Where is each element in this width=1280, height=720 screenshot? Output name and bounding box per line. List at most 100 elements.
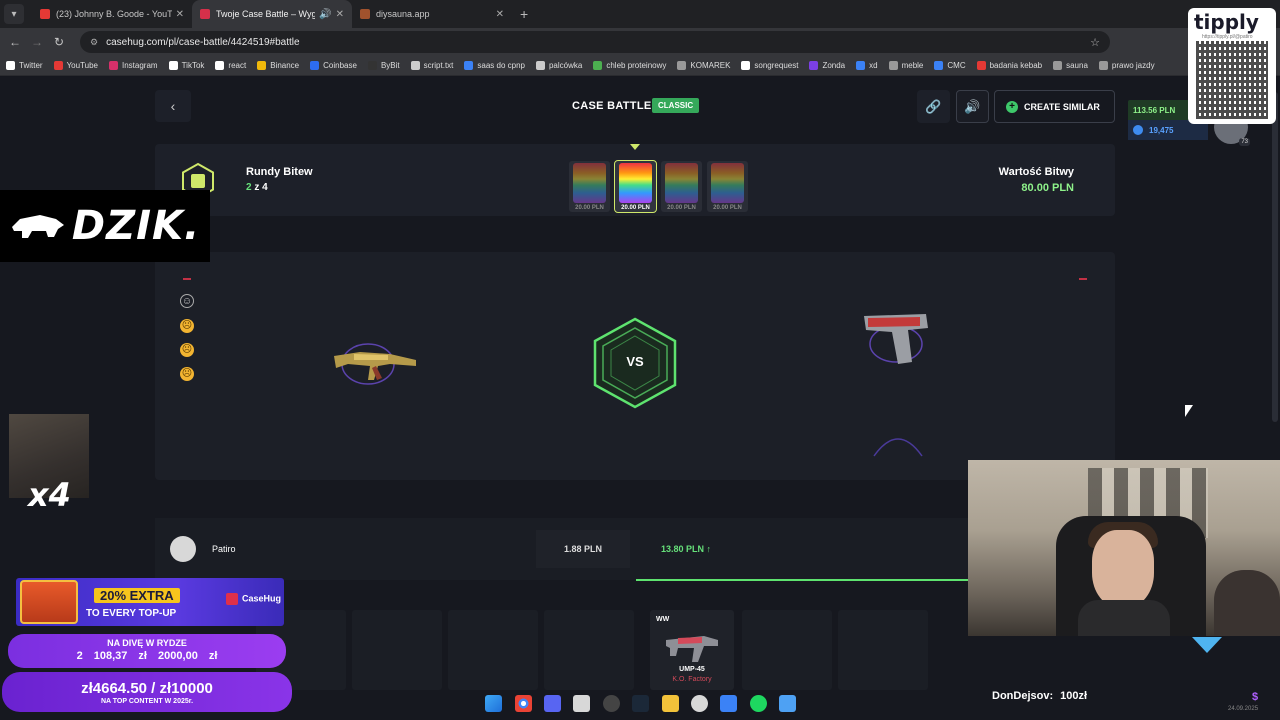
casehug-logo: CaseHug (226, 593, 281, 605)
bookmark-star-icon[interactable]: ☆ (1090, 36, 1100, 49)
bookmark-label: songrequest (754, 61, 799, 70)
case-slot[interactable]: 20.00 PLN (661, 161, 702, 212)
scrollbar[interactable] (1272, 92, 1278, 422)
close-icon[interactable]: ✕ (176, 9, 184, 20)
dropped-item-card[interactable]: WW UMP-45 K.O. Factory (650, 610, 734, 690)
speaker-icon[interactable]: 🔊 (319, 9, 331, 20)
promo-headline: 20% EXTRA (94, 588, 180, 603)
url-text: casehug.com/pl/case-battle/4424519#battl… (106, 36, 300, 48)
bookmark-item[interactable]: TikTok (168, 61, 205, 70)
player-avatar[interactable] (170, 536, 196, 562)
bookmark-item[interactable]: badania kebab (976, 61, 1042, 70)
bookmark-item[interactable]: xd (856, 61, 878, 70)
goal-title: NA DIVĘ W RYDZE (107, 638, 187, 648)
plus-icon[interactable]: + (520, 6, 528, 22)
promo-banner: 20% EXTRA TO EVERY TOP-UP CaseHug (16, 578, 284, 626)
bookmark-favicon-icon (310, 61, 320, 70)
close-icon[interactable]: ✕ (496, 9, 504, 20)
bookmark-favicon-icon (109, 61, 118, 70)
rounds-label: Rundy Bitew (246, 166, 313, 178)
bookmark-item[interactable]: palcówka (535, 61, 582, 70)
player-name: Patiro (212, 544, 236, 554)
bookmark-item[interactable]: chleb proteinowy (593, 61, 666, 70)
cry-icon[interactable]: ☹ (180, 367, 194, 381)
tab-diysauna[interactable]: diysauna.app ✕ (352, 0, 512, 28)
bookmark-label: TikTok (181, 61, 205, 70)
bookmark-item[interactable]: Coinbase (310, 61, 357, 70)
player-marker (1079, 278, 1087, 280)
folder-icon[interactable] (662, 695, 679, 712)
reload-icon[interactable]: ↻ (48, 35, 70, 49)
case-slot[interactable]: 20.00 PLN (569, 161, 610, 212)
case-slot-active[interactable]: 20.00 PLN (614, 160, 657, 213)
ak47-weapon-image (334, 343, 416, 385)
link-icon: 🔗 (925, 98, 942, 114)
sad-icon[interactable]: ☹ (180, 343, 194, 357)
chevron-down-icon[interactable]: ▾ (4, 4, 24, 24)
bookmark-item[interactable]: ByBit (367, 61, 400, 70)
case-price: 20.00 PLN (667, 205, 696, 211)
bookmark-item[interactable]: react (215, 61, 246, 70)
back-button[interactable]: ‹ (155, 90, 191, 122)
discord-icon[interactable] (544, 695, 561, 712)
bookmark-item[interactable]: KOMAREK (677, 61, 730, 70)
bookmark-label: sauna (1066, 61, 1088, 70)
player-round-value: 1.88 PLN (536, 530, 630, 568)
bookmark-item[interactable]: Zonda (809, 61, 845, 70)
spotify-icon[interactable] (750, 695, 767, 712)
bookmark-item[interactable]: Twitter (6, 61, 43, 70)
bookmark-favicon-icon (1098, 61, 1108, 70)
bookmark-item[interactable]: sauna (1053, 61, 1088, 70)
ump45-weapon-image (666, 636, 718, 662)
bookmark-favicon-icon (888, 61, 898, 70)
bookmark-item[interactable]: YouTube (53, 61, 98, 70)
bookmark-label: ByBit (380, 61, 400, 70)
bookmark-favicon-icon (976, 61, 986, 70)
case-slot[interactable]: 20.00 PLN (707, 161, 748, 212)
create-similar-button[interactable]: + CREATE SIMILAR (994, 90, 1115, 123)
coin-icon (1133, 125, 1143, 135)
bookmark-item[interactable]: script.txt (410, 61, 453, 70)
smile-icon[interactable]: ☺ (180, 294, 194, 308)
youtube-icon (40, 9, 50, 19)
speaker-icon: 🔊 (964, 98, 981, 114)
close-icon[interactable]: ✕ (336, 9, 344, 20)
sad-icon[interactable]: ☹ (180, 319, 194, 333)
cursor-app-icon[interactable] (691, 695, 708, 712)
bookmark-item[interactable]: Instagram (109, 61, 158, 70)
share-link-button[interactable]: 🔗 (917, 90, 950, 123)
chevron-left-icon: ‹ (170, 98, 176, 114)
bookmark-item[interactable]: saas do cpnp (464, 61, 525, 70)
snipping-tool-icon[interactable] (573, 695, 590, 712)
notepad-icon[interactable] (779, 695, 796, 712)
steam-icon[interactable] (632, 695, 649, 712)
forward-arrow-icon[interactable]: → (26, 35, 48, 49)
windows-start-icon[interactable] (485, 695, 502, 712)
tab-title: diysauna.app (376, 9, 430, 19)
bookmark-item[interactable]: Binance (257, 61, 299, 70)
tipply-wordmark: tipply (1194, 10, 1259, 34)
bookmark-item[interactable]: prawo jazdy (1098, 61, 1155, 70)
address-bar[interactable]: ⚙ casehug.com/pl/case-battle/4424519#bat… (80, 31, 1110, 53)
bookmark-item[interactable]: CMC (934, 61, 966, 70)
level-badge: 73 (1239, 138, 1250, 146)
total-rounds: z 4 (254, 182, 268, 193)
streamer-webcam (968, 460, 1280, 636)
chrome-icon[interactable] (515, 695, 532, 712)
tab-youtube[interactable]: (23) Johnny B. Goode - YouTube ✕ (32, 0, 192, 28)
multiplier-label: x4 (28, 476, 71, 514)
app-icon[interactable] (720, 695, 737, 712)
bookmark-label: Twitter (19, 61, 43, 70)
casehug-icon (200, 9, 210, 19)
pointer-arrow-icon (1192, 637, 1222, 653)
back-arrow-icon[interactable]: ← (4, 35, 26, 49)
bookmark-label: meble (901, 61, 924, 70)
sound-button[interactable]: 🔊 (956, 90, 989, 123)
item-slot (742, 610, 832, 690)
site-info-icon[interactable]: ⚙ (90, 37, 98, 48)
obs-icon[interactable] (603, 695, 620, 712)
bookmark-item[interactable]: songrequest (741, 61, 798, 70)
tab-case-battle[interactable]: Twoje Case Battle – Wygryw 🔊 ✕ (192, 0, 352, 28)
bookmark-item[interactable]: meble (888, 61, 924, 70)
bookmark-label: xd (869, 61, 878, 70)
